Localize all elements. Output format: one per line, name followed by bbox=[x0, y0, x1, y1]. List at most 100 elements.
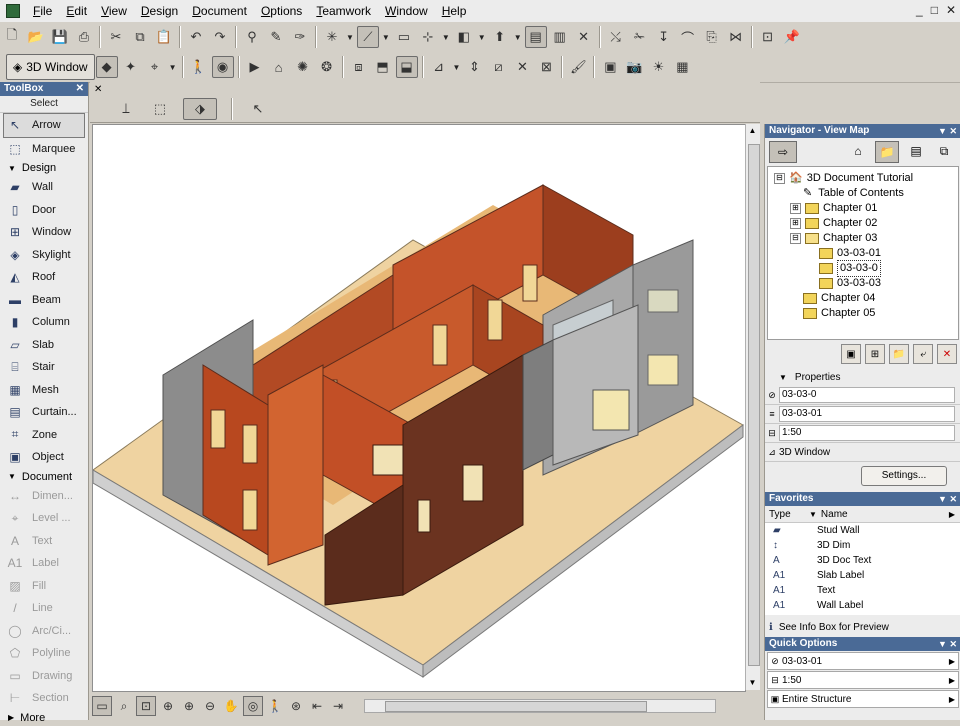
trace-reference-icon[interactable]: ▥ bbox=[549, 26, 571, 48]
paint-icon[interactable]: 🖌 bbox=[567, 56, 589, 78]
vertical-scrollbar[interactable]: ▲ ▼ bbox=[745, 124, 760, 690]
chevron-down-icon[interactable]: ▼ bbox=[442, 33, 450, 42]
tool-label[interactable]: A1 Label bbox=[0, 552, 88, 575]
previous-view-icon[interactable]: ⇤ bbox=[308, 697, 326, 715]
tool-roof[interactable]: ◭ Roof bbox=[0, 266, 88, 289]
navigator-map-switch-icon[interactable]: ⇨ bbox=[769, 141, 797, 163]
tree-node[interactable]: Chapter 05 bbox=[790, 306, 875, 321]
tool-dimension[interactable]: ↔ Dimen... bbox=[0, 485, 88, 508]
favorite-item[interactable]: A1 Slab Label bbox=[765, 568, 960, 583]
layers-icon[interactable]: ◧ bbox=[453, 26, 475, 48]
tool-polyline[interactable]: ⬠ Polyline bbox=[0, 642, 88, 665]
tool-skylight[interactable]: ◈ Skylight bbox=[0, 244, 88, 267]
explode-icon[interactable]: ✺ bbox=[292, 56, 314, 78]
copy-icon[interactable]: ⧉ bbox=[129, 26, 151, 48]
scale-field[interactable]: 1:50 bbox=[779, 425, 955, 441]
close-button[interactable]: ✕ bbox=[946, 3, 956, 17]
tool-drawing[interactable]: ▭ Drawing bbox=[0, 665, 88, 688]
sun-icon[interactable]: ☀ bbox=[647, 56, 669, 78]
find-select-icon[interactable]: ⚲ bbox=[241, 26, 263, 48]
scroll-thumb[interactable] bbox=[385, 701, 647, 712]
gravity-icon[interactable]: ▭ bbox=[393, 26, 415, 48]
cutaway-icon[interactable]: ⧈ bbox=[348, 56, 370, 78]
close-reference-icon[interactable]: ✕ bbox=[573, 26, 595, 48]
col-name[interactable]: Name bbox=[821, 509, 949, 520]
tree-node[interactable]: 03-03-01 bbox=[806, 246, 881, 261]
settings-button[interactable]: Settings... bbox=[861, 466, 947, 486]
suspend-groups-icon[interactable]: ⬆ bbox=[489, 26, 511, 48]
offset-icon[interactable]: ⎘ bbox=[701, 26, 723, 48]
panel-controls-icon[interactable]: ▼ ✕ bbox=[938, 124, 957, 138]
design-section[interactable]: ▼ Design bbox=[0, 160, 88, 176]
publisher-icon[interactable]: ⧉ bbox=[933, 141, 955, 161]
tool-line[interactable]: / Line bbox=[0, 597, 88, 620]
tree-node[interactable]: ⊞ Chapter 02 bbox=[790, 216, 877, 231]
favorite-item[interactable]: A1 Text bbox=[765, 583, 960, 598]
walk-icon[interactable]: 🚶 bbox=[188, 56, 210, 78]
tool-arrow[interactable]: ↖ Arrow bbox=[3, 113, 85, 138]
zoom-out-icon[interactable]: ⊖ bbox=[201, 697, 219, 715]
zoom-in-icon[interactable]: ⊕ bbox=[180, 697, 198, 715]
menu-teamwork[interactable]: Teamwork bbox=[309, 0, 378, 22]
syringe-icon[interactable]: ✑ bbox=[289, 26, 311, 48]
paste-icon[interactable]: 📋 bbox=[153, 26, 175, 48]
minimize-button[interactable]: _ bbox=[916, 3, 923, 17]
orbit-icon[interactable]: ◉ bbox=[211, 56, 234, 78]
group-icon[interactable]: ⊡ bbox=[757, 26, 779, 48]
worksheet-icon[interactable]: ⊠ bbox=[535, 56, 557, 78]
walk-view-icon[interactable]: 🚶 bbox=[266, 697, 284, 715]
tool-slab[interactable]: ▱ Slab bbox=[0, 334, 88, 357]
chevron-down-icon[interactable]: ▼ bbox=[346, 33, 354, 42]
tree-node[interactable]: 03-03-0 bbox=[806, 260, 881, 277]
snap-guides-icon[interactable]: ⟋ bbox=[356, 26, 379, 48]
camera-icon[interactable]: ⌖ bbox=[144, 56, 166, 78]
print-icon[interactable]: ⎙ bbox=[73, 26, 95, 48]
zoom-icon[interactable]: ⊕ bbox=[159, 697, 177, 715]
tool-level-dimension[interactable]: ⌖ Level ... bbox=[0, 507, 88, 530]
selection-method-icon[interactable]: ⟘ bbox=[115, 98, 137, 120]
tool-beam[interactable]: ▬ Beam bbox=[0, 289, 88, 312]
explore-icon[interactable]: ⊛ bbox=[287, 697, 305, 715]
panel-controls-icon[interactable]: ▼ ✕ bbox=[938, 492, 957, 506]
tool-text[interactable]: A Text bbox=[0, 530, 88, 553]
menu-window[interactable]: Window bbox=[378, 0, 435, 22]
orbit-view-icon[interactable]: ◎ bbox=[243, 696, 263, 716]
delete-icon[interactable]: ✕ bbox=[937, 344, 957, 364]
fit-in-window-icon[interactable]: ⊡ bbox=[136, 696, 156, 716]
tool-column[interactable]: ▮ Column bbox=[0, 311, 88, 334]
3d-viewport[interactable] bbox=[92, 124, 746, 692]
view-map-icon[interactable]: 📁 bbox=[875, 141, 899, 163]
close-icon[interactable]: ✕ bbox=[76, 82, 84, 96]
tool-wall[interactable]: ▰ Wall bbox=[0, 176, 88, 199]
restore-button[interactable]: □ bbox=[931, 3, 938, 17]
more-section[interactable]: ▶ More bbox=[0, 710, 88, 726]
menu-view[interactable]: View bbox=[94, 0, 134, 22]
tree-node[interactable]: ✎ Table of Contents bbox=[790, 186, 904, 201]
section-view-icon[interactable]: ⧄ bbox=[487, 56, 509, 78]
new-view-icon[interactable]: ▣ bbox=[841, 344, 861, 364]
tool-section[interactable]: ⊢ Section bbox=[0, 687, 88, 710]
panel-controls-icon[interactable]: ▼ ✕ bbox=[938, 637, 957, 651]
chevron-down-icon[interactable]: ▼ bbox=[514, 33, 522, 42]
navigation-icon[interactable]: ✦ bbox=[120, 56, 142, 78]
tool-window[interactable]: ⊞ Window bbox=[0, 221, 88, 244]
save-icon[interactable]: 💾 bbox=[49, 26, 71, 48]
clone-view-icon[interactable]: ⊞ bbox=[865, 344, 885, 364]
view-map-tree[interactable]: ⊟ 🏠 3D Document Tutorial ✎ Table of Contents… bbox=[767, 166, 959, 340]
horizontal-scrollbar[interactable] bbox=[364, 699, 716, 713]
detail-icon[interactable]: ✕ bbox=[511, 56, 533, 78]
new-folder-icon[interactable]: 📁 bbox=[889, 344, 909, 364]
layout-icon[interactable]: ▣ bbox=[599, 56, 621, 78]
document-section[interactable]: ▼ Document bbox=[0, 469, 88, 485]
favorite-item[interactable]: ▰ Stud Wall bbox=[765, 523, 960, 538]
view-name-field[interactable]: 03-03-01 bbox=[779, 406, 955, 422]
collapse-icon[interactable]: ⊟ bbox=[790, 233, 801, 244]
save-view-icon[interactable]: ⤶ bbox=[913, 344, 933, 364]
rotated-rectangle-selection-icon[interactable]: ⬗ bbox=[183, 98, 217, 120]
tree-node[interactable]: ⊟ 🏠 3D Document Tutorial bbox=[774, 171, 913, 186]
tree-node[interactable]: Chapter 04 bbox=[790, 291, 875, 306]
shading-icon[interactable]: ▶ bbox=[244, 56, 266, 78]
intersect-icon[interactable]: ⋈ bbox=[725, 26, 747, 48]
split-icon[interactable]: ⤯ bbox=[605, 26, 627, 48]
menu-help[interactable]: Help bbox=[435, 0, 474, 22]
